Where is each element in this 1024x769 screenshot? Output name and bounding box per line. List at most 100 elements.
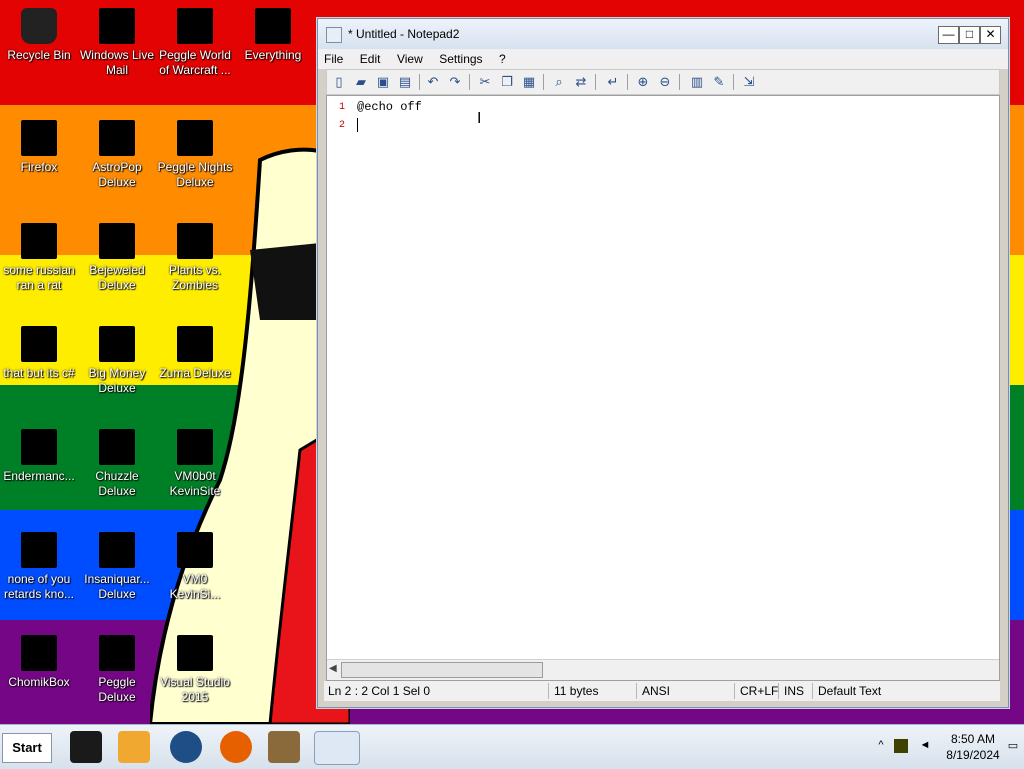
menu-edit[interactable]: Edit xyxy=(354,49,387,69)
horizontal-scrollbar[interactable]: ◀ xyxy=(327,659,999,680)
app-icon xyxy=(177,429,213,465)
toolbar-separator xyxy=(419,74,420,90)
visual-studio-icon xyxy=(177,635,213,671)
toolbar-separator xyxy=(469,74,470,90)
game-icon xyxy=(99,223,135,259)
scheme-icon[interactable]: ▥ xyxy=(689,74,705,90)
save-icon[interactable]: ▤ xyxy=(397,74,413,90)
notification-icon[interactable]: ▭ xyxy=(1006,739,1020,753)
file-icon xyxy=(21,326,57,362)
toolbar-separator xyxy=(543,74,544,90)
desktop-icon-recycle-bin[interactable]: Recycle Bin xyxy=(0,8,78,63)
game-icon xyxy=(177,8,213,44)
notepad2-task-button[interactable] xyxy=(314,731,360,765)
desktop-icon-big-money[interactable]: Big Money Deluxe xyxy=(78,326,156,396)
desktop-icon-astropop[interactable]: AstroPop Deluxe xyxy=(78,120,156,190)
desktop-icon-vm0-kevinsite[interactable]: VM0 KevinSi... xyxy=(156,532,234,602)
menu-help[interactable]: ? xyxy=(493,49,512,69)
toolbar-separator xyxy=(733,74,734,90)
customize-scheme-icon[interactable]: ✎ xyxy=(711,74,727,90)
desktop-icon-peggle-wow[interactable]: Peggle World of Warcraft ... xyxy=(156,8,234,78)
status-encoding[interactable]: ANSI xyxy=(638,683,735,699)
status-bar: Ln 2 : 2 Col 1 Sel 0 11 bytes ANSI CR+LF… xyxy=(324,681,1000,701)
minimize-button[interactable]: — xyxy=(938,26,959,44)
copy-icon[interactable]: ❐ xyxy=(499,74,515,90)
desktop-icon-plants-vs-zombies[interactable]: Plants vs. Zombies xyxy=(156,223,234,293)
desktop-icon-that-but-csharp[interactable]: that but its c# xyxy=(0,326,78,381)
desktop-icon-windows-live-mail[interactable]: Windows Live Mail xyxy=(78,8,156,78)
browse-icon[interactable]: ▣ xyxy=(375,74,391,90)
desktop-icon-bejeweled[interactable]: Bejeweled Deluxe xyxy=(78,223,156,293)
desktop-icon-none-of-you[interactable]: none of you retards kno... xyxy=(0,532,78,602)
status-mode[interactable]: INS xyxy=(780,683,813,699)
clock[interactable]: 8:50 AM 8/19/2024 xyxy=(942,731,1004,763)
battery-icon[interactable] xyxy=(894,739,908,753)
desktop-icon-visual-studio[interactable]: Visual Studio 2015 xyxy=(156,635,234,705)
menu-file[interactable]: File xyxy=(318,49,349,69)
text-caret xyxy=(357,118,358,132)
terminal-icon[interactable] xyxy=(70,731,102,763)
desktop-icon-russian-rat[interactable]: some russian ran a rat xyxy=(0,223,78,293)
menu-settings[interactable]: Settings xyxy=(433,49,488,69)
game-icon xyxy=(99,326,135,362)
toolbar-separator xyxy=(679,74,680,90)
zoom-out-icon[interactable]: ⊖ xyxy=(657,74,673,90)
firefox-icon xyxy=(21,120,57,156)
status-scheme[interactable]: Default Text xyxy=(814,683,998,699)
game-icon xyxy=(177,223,213,259)
globe-icon[interactable] xyxy=(170,731,202,763)
toolbar: ▯ ▰ ▣ ▤ ↶ ↷ ✂ ❐ ▦ ⌕ ⇄ ↵ ⊕ ⊖ ▥ ✎ ⇲ xyxy=(326,69,1000,95)
desktop-icon-firefox[interactable]: Firefox xyxy=(0,120,78,175)
mail-icon xyxy=(99,8,135,44)
game-icon xyxy=(99,429,135,465)
desktop-icon-peggle-nights[interactable]: Peggle Nights Deluxe xyxy=(156,120,234,190)
paste-icon[interactable]: ▦ xyxy=(521,74,537,90)
desktop-icon-chomikbox[interactable]: ChomikBox xyxy=(0,635,78,690)
show-hidden-icons-icon[interactable]: ^ xyxy=(874,739,888,753)
desktop-icon-insaniquarium[interactable]: Insaniquar... Deluxe xyxy=(78,532,156,602)
desktop-icon-vm0b0t-kevinsite[interactable]: VM0b0t KevinSite xyxy=(156,429,234,499)
desktop-icon-chuzzle[interactable]: Chuzzle Deluxe xyxy=(78,429,156,499)
media-player-icon[interactable] xyxy=(118,731,150,763)
new-file-icon[interactable]: ▯ xyxy=(331,74,347,90)
menu-view[interactable]: View xyxy=(391,49,429,69)
word-wrap-icon[interactable]: ↵ xyxy=(605,74,621,90)
open-folder-icon[interactable]: ▰ xyxy=(353,74,369,90)
menu-bar: File Edit View Settings ? xyxy=(318,49,1008,69)
close-button[interactable]: ✕ xyxy=(980,26,1001,44)
window-title: * Untitled - Notepad2 xyxy=(348,27,460,41)
replace-icon[interactable]: ⇄ xyxy=(573,74,589,90)
file-icon xyxy=(21,223,57,259)
cut-icon[interactable]: ✂ xyxy=(477,74,493,90)
chomikbox-icon xyxy=(21,635,57,671)
game-icon xyxy=(99,635,135,671)
firefox-icon[interactable] xyxy=(220,731,252,763)
text-editor[interactable]: 1 2 @echo off I ◀ xyxy=(326,95,1000,681)
title-bar[interactable]: * Untitled - Notepad2 — □ ✕ xyxy=(318,19,1008,49)
status-eol[interactable]: CR+LF xyxy=(736,683,779,699)
undo-icon[interactable]: ↶ xyxy=(425,74,441,90)
scroll-left-icon[interactable]: ◀ xyxy=(329,663,337,674)
scrollbar-thumb[interactable] xyxy=(341,662,543,678)
desktop-icon-everything[interactable]: Everything xyxy=(234,8,312,63)
volume-icon[interactable]: ◄ xyxy=(918,739,932,753)
clock-time: 8:50 AM xyxy=(950,732,996,746)
exit-icon[interactable]: ⇲ xyxy=(741,74,757,90)
ibeam-cursor-icon: I xyxy=(477,110,482,127)
zoom-in-icon[interactable]: ⊕ xyxy=(635,74,651,90)
redo-icon[interactable]: ↷ xyxy=(447,74,463,90)
chomikbox-icon[interactable] xyxy=(268,731,300,763)
code-line[interactable]: @echo off xyxy=(357,100,422,114)
start-button[interactable]: Start xyxy=(2,733,52,763)
desktop-icon-endermanch[interactable]: Endermanc... xyxy=(0,429,78,484)
toolbar-separator xyxy=(627,74,628,90)
notepad2-window: * Untitled - Notepad2 — □ ✕ File Edit Vi… xyxy=(317,18,1009,708)
find-icon[interactable]: ⌕ xyxy=(551,74,567,90)
status-size: 11 bytes xyxy=(550,683,637,699)
app-icon xyxy=(21,429,57,465)
app-icon xyxy=(177,532,213,568)
maximize-button[interactable]: □ xyxy=(959,26,980,44)
desktop-icon-zuma[interactable]: Zuma Deluxe xyxy=(156,326,234,381)
recycle-bin-icon xyxy=(21,8,57,44)
desktop-icon-peggle-deluxe[interactable]: Peggle Deluxe xyxy=(78,635,156,705)
